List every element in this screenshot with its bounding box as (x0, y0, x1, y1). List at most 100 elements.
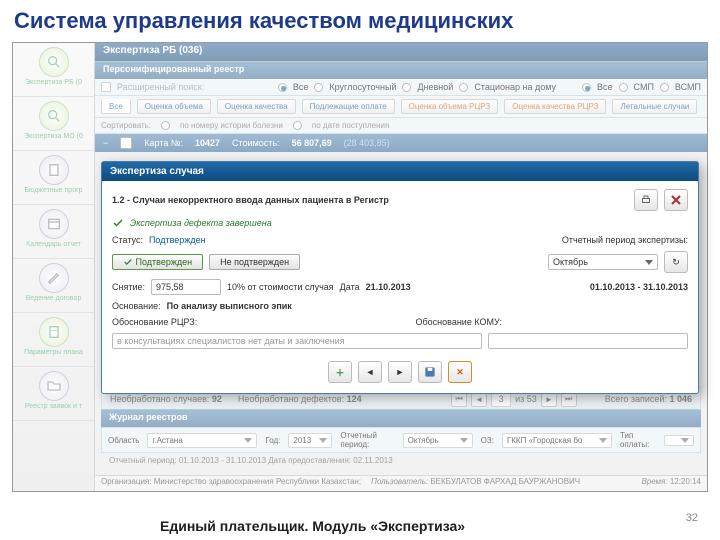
sidebar-item-budget[interactable]: Бюджетные прогр (13, 151, 94, 205)
radio-label: ВСМП (675, 82, 701, 92)
refresh-button[interactable]: ↻ (664, 251, 688, 273)
total-label: Всего записей: (605, 394, 667, 404)
check-icon (123, 257, 133, 267)
period-select[interactable]: Октябрь (548, 254, 658, 270)
sort-opt-label: по дате поступления (312, 121, 389, 130)
radio2-all[interactable] (582, 83, 591, 92)
prev-button[interactable]: ◄ (358, 361, 382, 383)
jperiod-select[interactable]: Октябрь (403, 433, 473, 448)
radio-label: Круглосуточный (329, 82, 396, 92)
sidebar-item-label: Ведение договор (26, 295, 82, 302)
sidebar-item-registry[interactable]: Реестр заявок и т (13, 367, 94, 421)
time-label: Время: (642, 477, 668, 486)
tab-volume[interactable]: Оценка объема (137, 99, 211, 114)
sidebar-item-expertise-mo[interactable]: Экспертиза МО (0 (13, 97, 94, 151)
cost-alt: (28 403,85) (344, 138, 390, 148)
sort-opt1[interactable] (161, 121, 170, 130)
radio-label: Дневной (417, 82, 453, 92)
tab-lethal[interactable]: Летальные случаи (612, 99, 697, 114)
radio2-smp[interactable] (619, 83, 628, 92)
year-select[interactable]: 2013 (288, 433, 332, 448)
sidebar-item-label: Бюджетные прогр (24, 187, 82, 194)
advanced-label: Расширенный поиск: (117, 82, 204, 92)
tab-quality[interactable]: Оценка качества (217, 99, 296, 114)
modal-actions: ＋ ◄ ► ✕ (112, 355, 688, 385)
justif1-label: Обоснование РЦРЗ: (112, 317, 197, 327)
document-icon (46, 162, 62, 178)
journal-header[interactable]: Журнал реестров (101, 409, 701, 427)
app-window: Экспертиза РБ (0 Экспертиза МО (0 Бюджет… (12, 42, 708, 492)
card-tool-icon[interactable] (120, 137, 132, 149)
basis-label: Основание: (112, 301, 161, 311)
period-range: 01.10.2013 - 31.10.2013 (590, 282, 688, 292)
save-button[interactable] (418, 361, 442, 383)
region-select[interactable]: г.Астана (147, 433, 257, 448)
justif2-field[interactable] (488, 333, 688, 349)
page-of-label: из 53 (515, 394, 537, 404)
radio-day[interactable] (402, 83, 411, 92)
tab-volume-rcrz[interactable]: Оценка объема РЦРЗ (401, 99, 499, 114)
print-button[interactable] (634, 189, 658, 211)
sort-opt2[interactable] (293, 121, 302, 130)
radio-247[interactable] (314, 83, 323, 92)
cancel-button[interactable]: ✕ (448, 361, 472, 383)
radio2-vsmp[interactable] (660, 83, 669, 92)
confirm-button[interactable]: Подтвержден (112, 254, 203, 271)
sidebar-item-label: Реестр заявок и т (25, 403, 82, 410)
chevron-down-icon (681, 438, 689, 443)
paytype-label: Тип оплаты: (620, 431, 656, 449)
sidebar-item-expertise-rb[interactable]: Экспертиза РБ (0 (13, 43, 94, 97)
tab-all[interactable]: Все (101, 99, 131, 114)
user-label: Пользователь: (371, 477, 428, 486)
panel-registry-header[interactable]: Персонифицированный реестр (95, 61, 707, 79)
sidebar-item-contracts[interactable]: Ведение договор (13, 259, 94, 313)
add-button[interactable]: ＋ (328, 361, 352, 383)
window-title: Экспертиза РБ (036) (95, 43, 707, 61)
card-number: 10427 (195, 138, 220, 148)
chevron-down-icon (645, 260, 653, 265)
main-area: Экспертиза РБ (036) Персонифицированный … (95, 43, 707, 491)
chevron-down-icon (599, 438, 607, 443)
tab-quality-rcrz[interactable]: Оценка качества РЦРЗ (504, 99, 606, 114)
sidebar-item-params[interactable]: Параметры плана (13, 313, 94, 367)
journal-filter: Область г.Астана Год: 2013 Отчетный пери… (101, 427, 701, 453)
collapse-icon[interactable]: − (103, 138, 108, 148)
unproc-cases-value: 92 (212, 394, 222, 404)
tab-payable[interactable]: Подлежащие оплате (302, 99, 395, 114)
date-label: Дата (340, 282, 360, 292)
justif1-field[interactable]: в консультациях специалистов нет даты и … (112, 333, 482, 349)
org-value: Министерство здравоохранения Республики … (154, 477, 361, 486)
sort-bar: Сортировать: по номеру истории болезни п… (95, 118, 707, 134)
unproc-cases-label: Необработано случаев: (110, 394, 209, 404)
page-number: 32 (686, 512, 698, 524)
next-button[interactable]: ► (388, 361, 412, 383)
card-bar[interactable]: − Карта №: 10427 Стоимость: 56 807,69 (2… (95, 134, 707, 152)
check-icon (112, 217, 124, 229)
deduction-field[interactable]: 975,58 (151, 279, 221, 295)
oz-select[interactable]: ГККП «Городская бо (502, 433, 612, 448)
radio-label: СМП (634, 82, 654, 92)
unconfirm-button[interactable]: Не подтвержден (209, 254, 300, 270)
oz-label: ОЗ: (481, 436, 494, 445)
radio-home[interactable] (459, 83, 468, 92)
close-icon (671, 195, 681, 205)
radio-label: Все (293, 82, 309, 92)
sidebar-item-label: Экспертиза МО (0 (24, 133, 83, 140)
modal-title: Экспертиза случая (102, 162, 698, 181)
sort-opt-label: по номеру истории болезни (180, 121, 283, 130)
radio-all[interactable] (278, 83, 287, 92)
org-label: Организация: (101, 477, 151, 486)
pen-icon (46, 270, 62, 286)
sidebar-item-label: Календарь отчет (26, 241, 81, 248)
user-value: БЕКБУЛАТОВ ФАРХАД БАУРЖАНОВИЧ (430, 477, 580, 486)
sidebar-item-calendar[interactable]: Календарь отчет (13, 205, 94, 259)
advanced-checkbox[interactable] (101, 82, 111, 92)
paytype-select[interactable] (664, 435, 694, 446)
calendar-icon (46, 216, 62, 232)
journal-panel: Журнал реестров Область г.Астана Год: 20… (101, 409, 701, 468)
sidebar-item-label: Экспертиза РБ (0 (25, 79, 82, 86)
date-value: 21.10.2013 (366, 282, 411, 292)
justif2-label: Обоснование КОМУ: (416, 317, 502, 327)
search-bar: Расширенный поиск: Все Круглосуточный Дн… (95, 79, 707, 96)
close-button[interactable] (664, 189, 688, 211)
